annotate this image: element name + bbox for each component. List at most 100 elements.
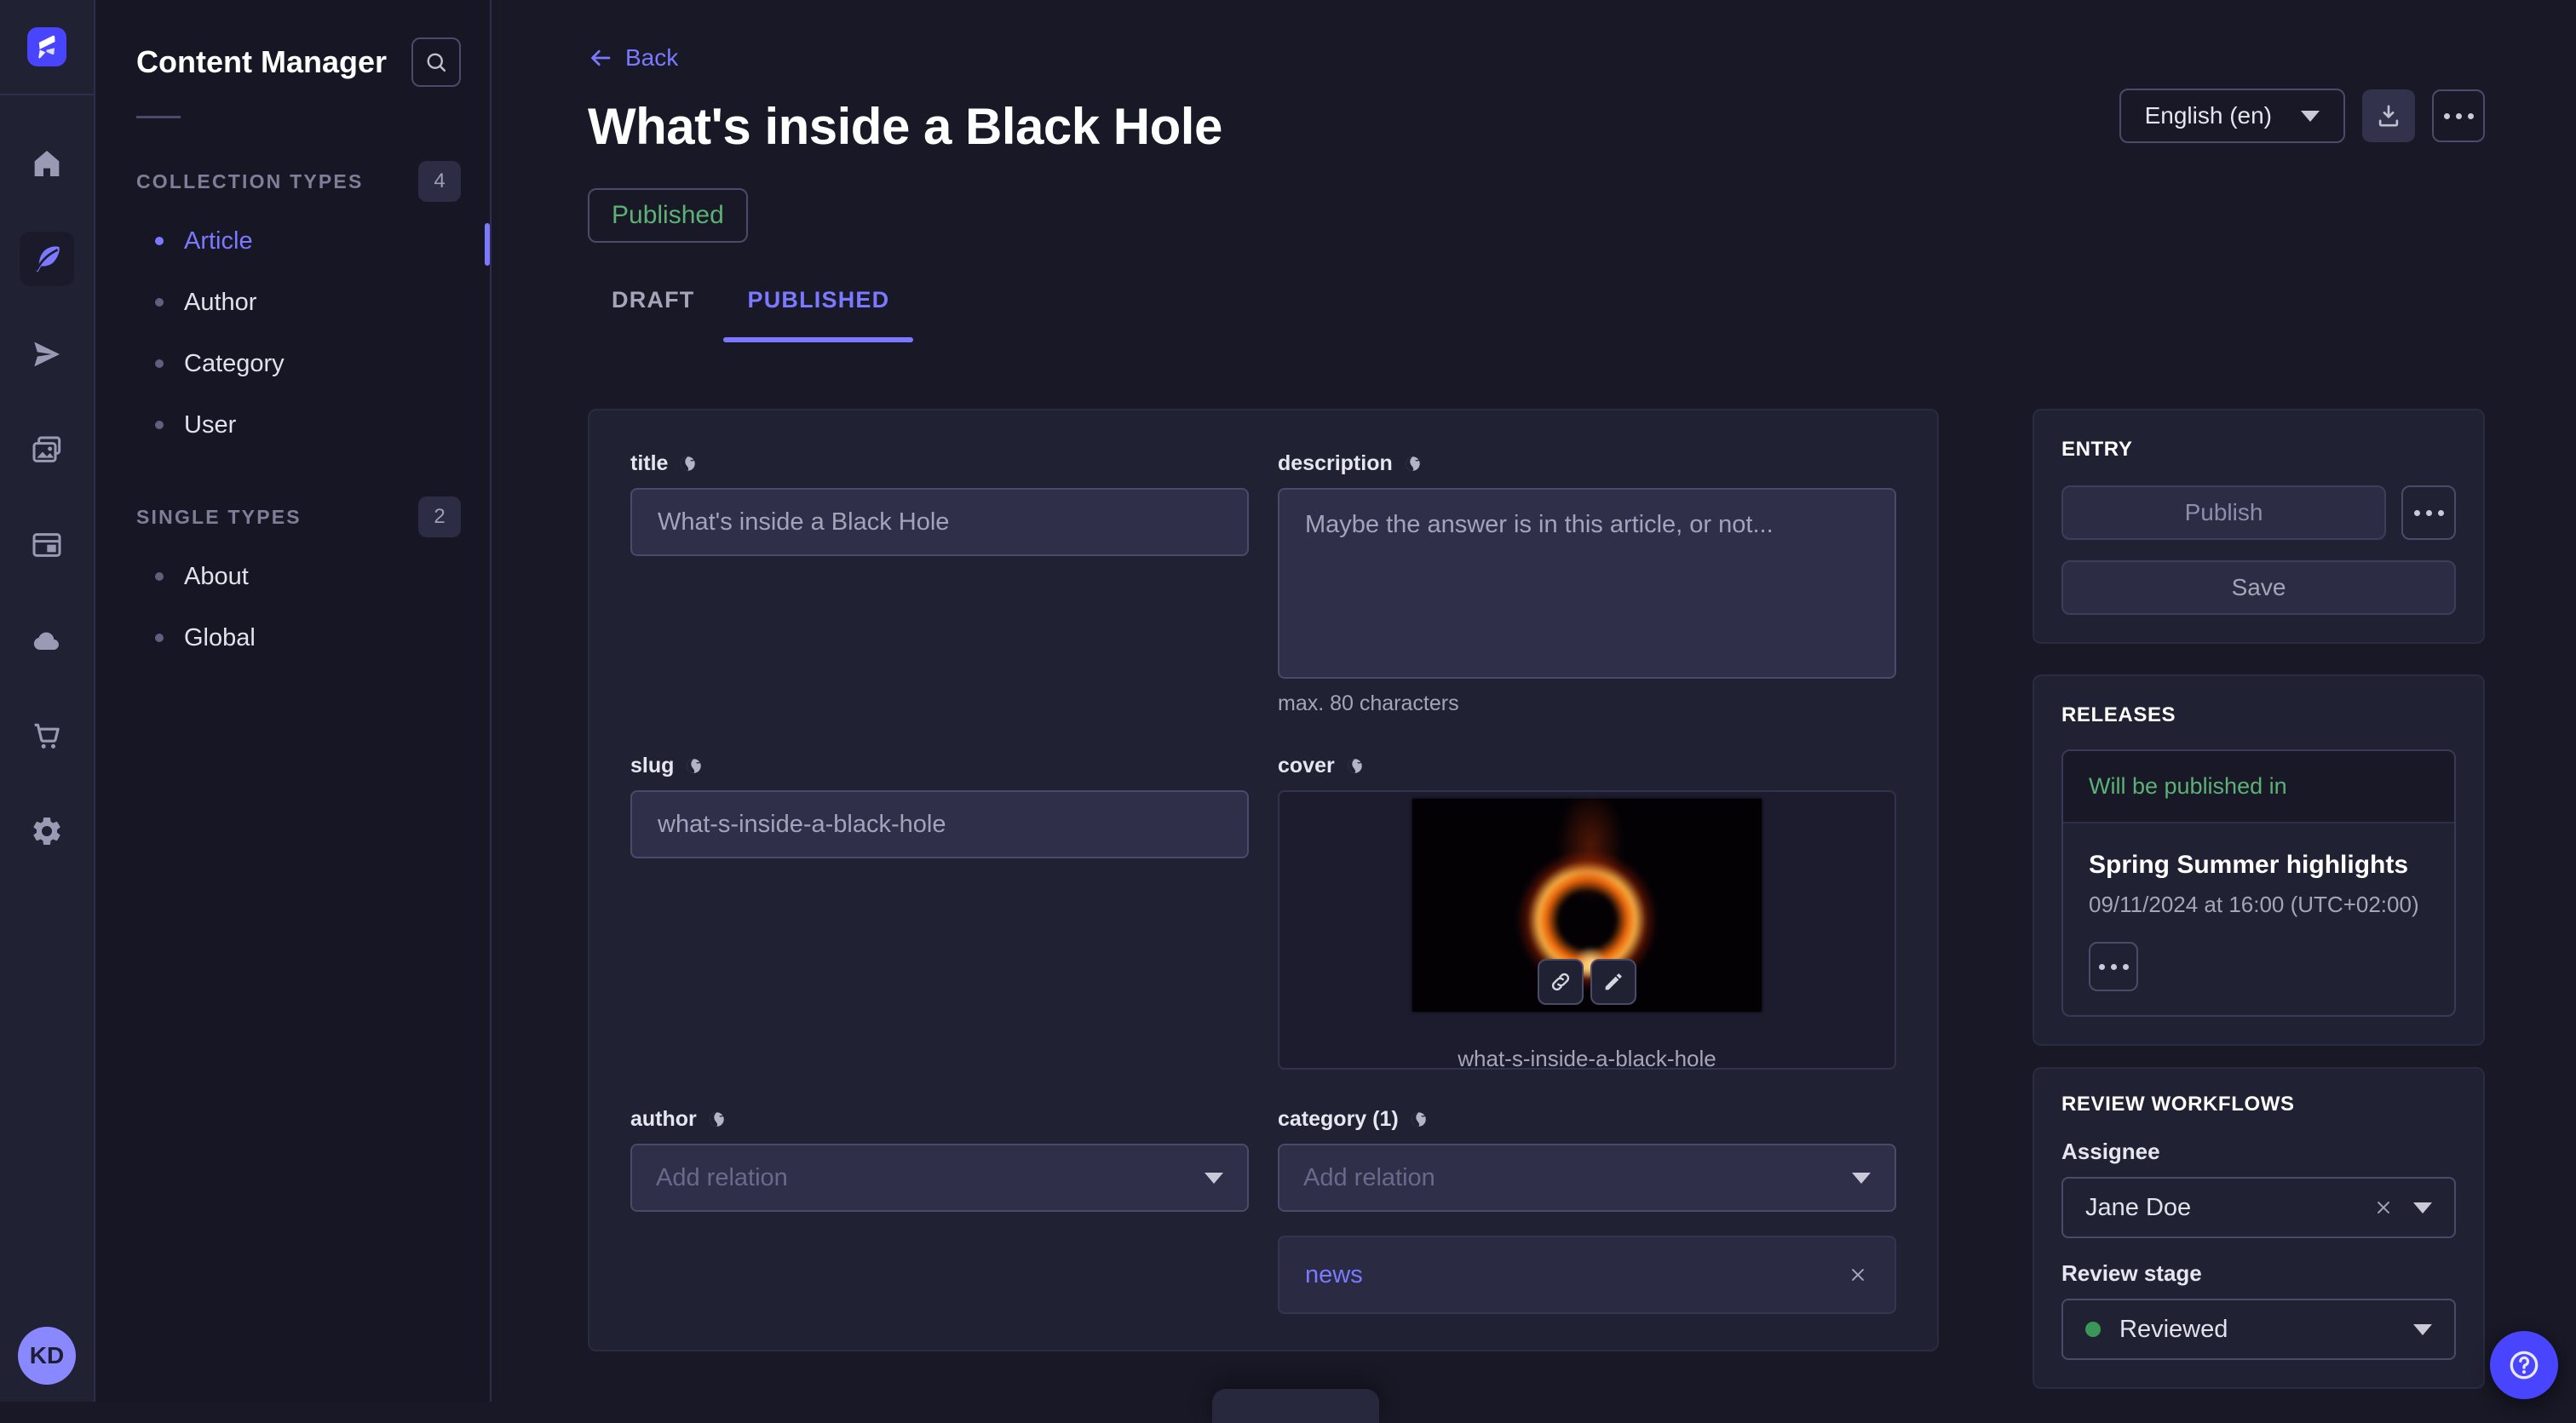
cover-card: what-s-inside-a-black-hole xyxy=(1278,790,1896,1070)
search-button[interactable] xyxy=(411,37,461,87)
assignee-select[interactable]: Jane Doe xyxy=(2061,1177,2456,1238)
nav-marketplace[interactable] xyxy=(20,709,74,763)
feather-icon xyxy=(30,242,64,276)
save-button[interactable]: Save xyxy=(2061,560,2456,615)
edit-form-panel: title description xyxy=(588,409,1939,1351)
content-manager-sidebar: Content Manager COLLECTION TYPES 4 Artic… xyxy=(97,0,492,1402)
header-toolbar: English (en) xyxy=(2119,89,2485,143)
review-stage-select[interactable]: Reviewed xyxy=(2061,1299,2456,1360)
cover-actions xyxy=(1538,959,1636,1005)
sidebar-item-user[interactable]: User xyxy=(97,394,490,456)
help-button[interactable] xyxy=(2490,1331,2558,1399)
review-workflows-heading: REVIEW WORKFLOWS xyxy=(2061,1093,2456,1116)
review-stage-label: Review stage xyxy=(2061,1260,2456,1287)
main-nav-rail: KD xyxy=(0,0,95,1402)
tab-draft[interactable]: DRAFT xyxy=(612,287,694,342)
slug-input[interactable] xyxy=(630,790,1249,858)
remove-relation-button[interactable] xyxy=(1847,1264,1869,1286)
field-description: description Maybe the answer is in this … xyxy=(1278,451,1896,716)
version-tabs: DRAFT PUBLISHED xyxy=(588,287,2485,342)
chevron-down-icon xyxy=(2301,111,2320,122)
description-field-label: description xyxy=(1278,451,1393,476)
category-relation-select[interactable]: Add relation xyxy=(1278,1144,1896,1212)
sidebar-item-about[interactable]: About xyxy=(97,546,490,607)
clear-assignee-button[interactable] xyxy=(2372,1196,2395,1219)
category-field-label: category (1) xyxy=(1278,1107,1399,1132)
copy-link-button[interactable] xyxy=(1538,959,1584,1005)
field-slug: slug xyxy=(630,754,1249,1070)
question-mark-icon xyxy=(2506,1347,2542,1383)
release-title: Spring Summer highlights xyxy=(2089,851,2429,880)
author-relation-select[interactable]: Add relation xyxy=(630,1144,1249,1212)
gear-icon xyxy=(30,814,64,848)
sidebar-title: Content Manager xyxy=(136,44,387,80)
media-library-icon xyxy=(30,433,64,467)
locale-select[interactable]: English (en) xyxy=(2119,89,2345,143)
close-icon xyxy=(1847,1264,1869,1286)
locale-value: English (en) xyxy=(2145,102,2272,129)
sidebar-item-article[interactable]: Article xyxy=(97,210,490,272)
ellipsis-icon xyxy=(2414,510,2444,516)
paper-plane-icon xyxy=(30,337,64,371)
sidebar-item-label: About xyxy=(184,563,249,591)
chevron-down-icon xyxy=(1205,1173,1223,1184)
description-hint: max. 80 characters xyxy=(1278,691,1896,716)
scrolled-section-peek xyxy=(1212,1389,1379,1423)
link-icon xyxy=(1549,970,1573,994)
tab-published[interactable]: PUBLISHED xyxy=(747,287,889,342)
globe-icon xyxy=(684,756,704,776)
nav-content-type-builder[interactable] xyxy=(20,518,74,572)
strapi-logo[interactable] xyxy=(27,27,66,66)
nav-home[interactable] xyxy=(20,136,74,191)
sidebar-item-global[interactable]: Global xyxy=(97,607,490,668)
user-avatar[interactable]: KD xyxy=(18,1327,76,1385)
cover-image xyxy=(1412,799,1762,1012)
bullet-icon xyxy=(155,634,164,642)
review-workflows-panel: REVIEW WORKFLOWS Assignee Jane Doe Revie… xyxy=(2033,1067,2485,1389)
sidebar-item-label: Category xyxy=(184,350,285,378)
logo-container xyxy=(0,0,95,95)
title-input[interactable] xyxy=(630,488,1249,556)
slug-field-label: slug xyxy=(630,754,674,778)
releases-panel: RELEASES Will be published in Spring Sum… xyxy=(2033,674,2485,1046)
description-textarea[interactable]: Maybe the answer is in this article, or … xyxy=(1278,488,1896,679)
globe-icon xyxy=(707,1110,727,1129)
collection-types-count: 4 xyxy=(418,161,461,202)
sidebar-item-category[interactable]: Category xyxy=(97,333,490,394)
chevron-down-icon xyxy=(1852,1173,1871,1184)
pencil-icon xyxy=(1601,970,1625,994)
nav-settings[interactable] xyxy=(20,804,74,858)
back-link[interactable]: Back xyxy=(588,44,678,72)
bullet-icon xyxy=(155,572,164,581)
assignee-value: Jane Doe xyxy=(2085,1194,2354,1222)
nav-cloud[interactable] xyxy=(20,613,74,668)
rail-nav xyxy=(20,136,74,1327)
nav-content-manager[interactable] xyxy=(20,232,74,286)
section-collection-types: COLLECTION TYPES xyxy=(136,170,364,193)
entry-more-button[interactable] xyxy=(2401,485,2456,540)
stage-status-dot xyxy=(2085,1322,2101,1337)
nav-deploy[interactable] xyxy=(20,327,74,382)
entry-panel: ENTRY Publish Save xyxy=(2033,409,2485,644)
sidebar-divider xyxy=(136,116,181,118)
arrow-left-icon xyxy=(588,45,613,71)
release-more-button[interactable] xyxy=(2089,942,2138,991)
category-placeholder: Add relation xyxy=(1303,1164,1435,1192)
edit-cover-button[interactable] xyxy=(1590,959,1636,1005)
cart-icon xyxy=(30,719,64,753)
cover-field-label: cover xyxy=(1278,754,1335,778)
sidebar-item-author[interactable]: Author xyxy=(97,272,490,333)
publish-button[interactable]: Publish xyxy=(2061,485,2386,540)
relation-link-news[interactable]: news xyxy=(1305,1261,1363,1289)
chevron-down-icon xyxy=(2413,1202,2432,1214)
sidebar-item-label: Author xyxy=(184,289,256,317)
globe-icon xyxy=(1403,454,1423,473)
header-more-button[interactable] xyxy=(2432,89,2485,142)
chevron-down-icon xyxy=(2413,1324,2432,1335)
strapi-logo-icon xyxy=(27,27,66,66)
release-datetime: 09/11/2024 at 16:00 (UTC+02:00) xyxy=(2089,892,2429,918)
single-types-count: 2 xyxy=(418,496,461,537)
bullet-icon xyxy=(155,421,164,429)
nav-media-library[interactable] xyxy=(20,422,74,477)
download-button[interactable] xyxy=(2362,89,2415,142)
